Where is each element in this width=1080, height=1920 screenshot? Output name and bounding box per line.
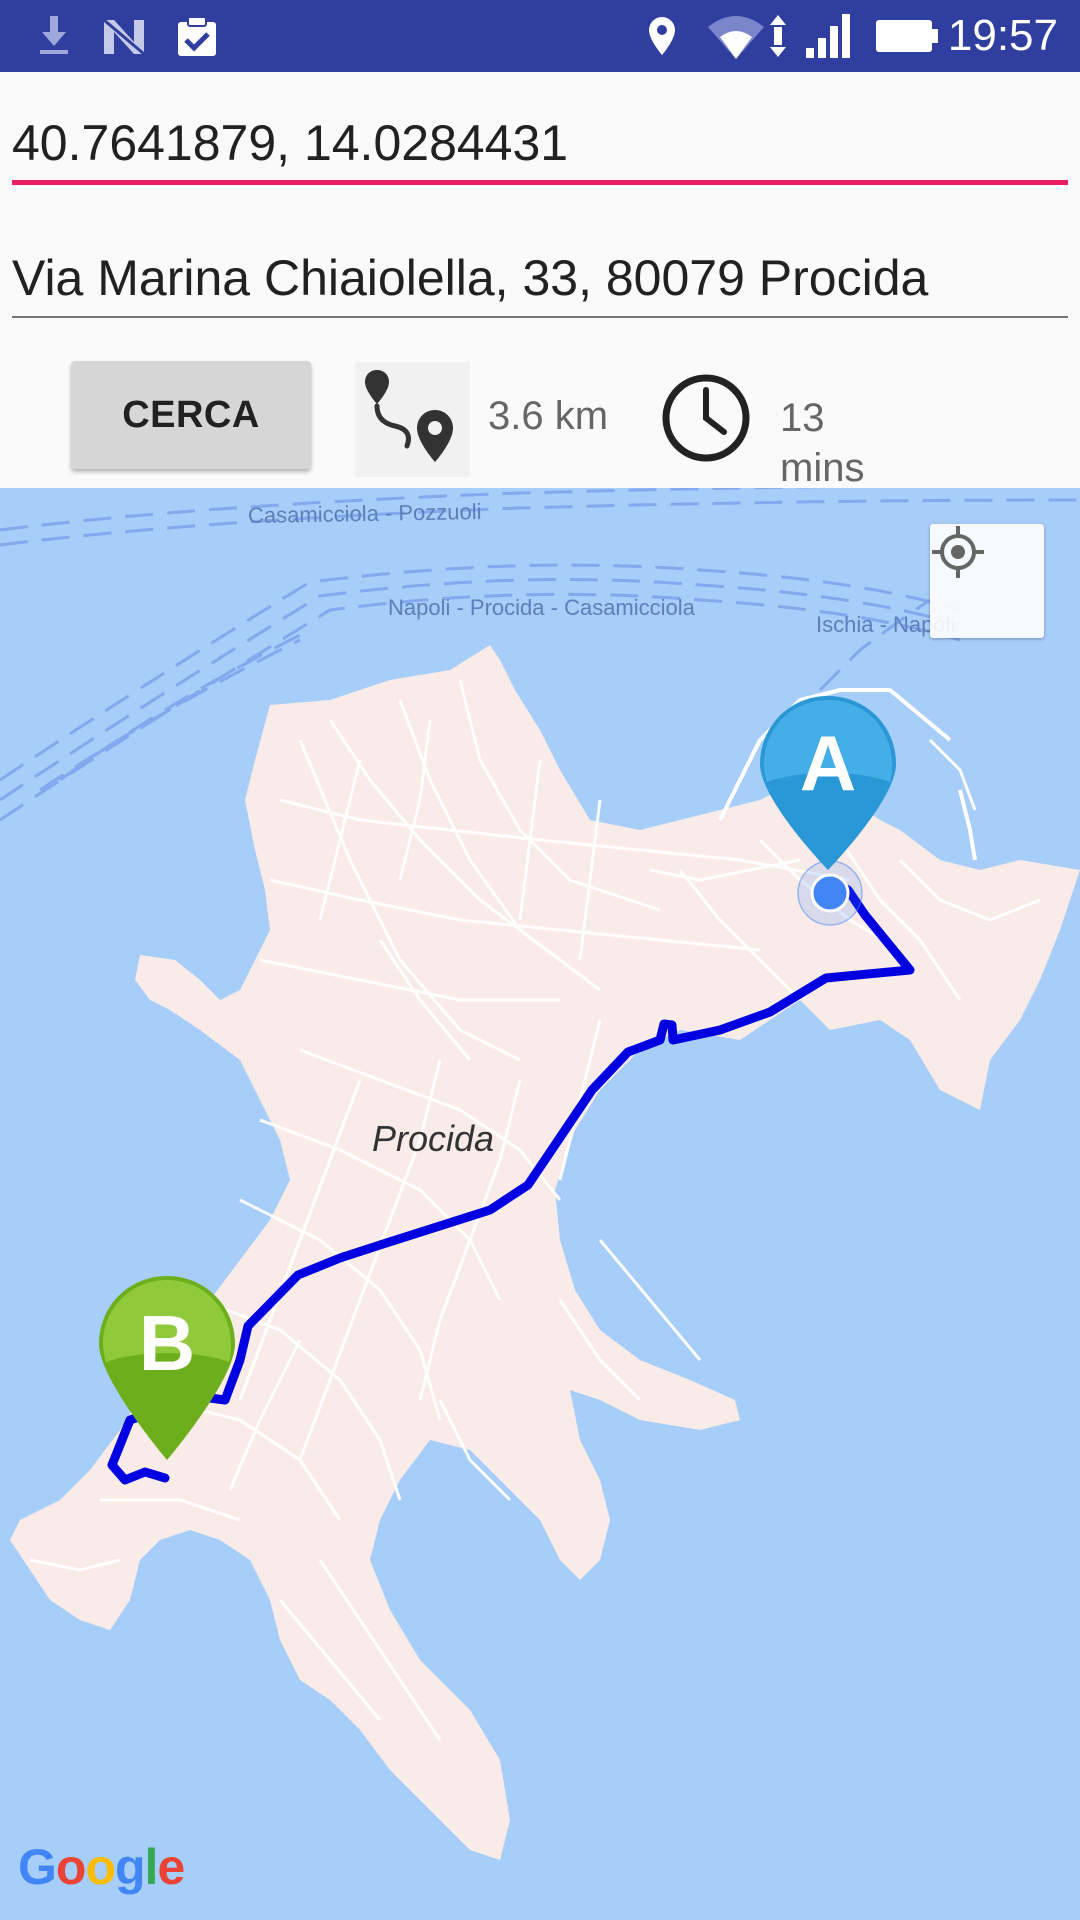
location-icon [644,0,680,72]
marker-a-label: A [800,719,856,807]
route-distance: 3.6 km [488,394,609,438]
island-label-procida: Procida [372,1118,495,1159]
my-location-dot [810,873,850,913]
my-location-button[interactable] [930,524,1044,638]
search-button[interactable]: CERCA [71,361,311,469]
marker-b-label: B [139,1299,195,1387]
signal-icon [802,0,858,72]
clock-icon [660,372,752,464]
wifi-icon [706,0,802,72]
battery-icon [876,0,940,72]
origin-input[interactable]: 40.7641879, 14.0284431 [12,110,1068,176]
destination-input[interactable]: Via Marina Chiaiolella, 33, 80079 Procid… [12,245,1068,311]
status-bar: 19:57 [0,0,1080,72]
ferry-label-napoli-procida: Napoli - Procida - Casamicciola [388,595,695,620]
google-logo: Google [18,1839,185,1895]
island-landmass [10,645,1080,1860]
clipboard-check-icon [172,0,222,72]
route-duration: 13 mins [780,396,865,490]
origin-input-underline [12,180,1068,185]
route-icon [355,362,470,477]
ferry-label-casamicciola-pozzuoli: Casamicciola - Pozzuoli [247,498,482,529]
destination-input-underline [12,316,1068,318]
map-view[interactable]: A B Casamicciola - Pozzuoli Napoli - Pro… [0,488,1080,1920]
n-app-icon [100,0,150,72]
download-icon [32,0,76,72]
crosshair-icon [932,526,984,578]
map-canvas: A B [0,488,1080,1860]
status-time: 19:57 [947,11,1058,60]
